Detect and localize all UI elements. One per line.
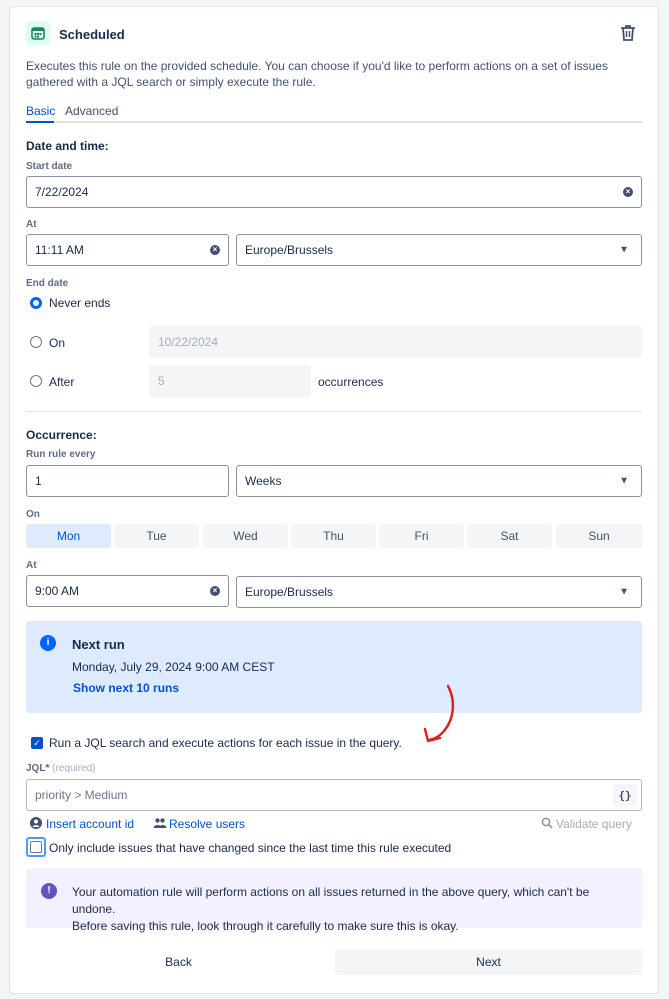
- only-changed-checkbox-wrapper[interactable]: [26, 837, 46, 857]
- day-sun[interactable]: Sun: [556, 524, 642, 548]
- at-label: At: [26, 219, 37, 230]
- run-every-value: 1: [35, 474, 42, 488]
- tab-advanced[interactable]: Advanced: [65, 104, 118, 118]
- warning-line-1: Your automation rule will perform action…: [72, 885, 590, 916]
- only-changed-label: Only include issues that have changed si…: [49, 841, 452, 855]
- never-ends-radio[interactable]: [30, 297, 42, 309]
- warning-text: Your automation rule will perform action…: [72, 884, 632, 935]
- occurrences-label: occurrences: [318, 375, 384, 389]
- run-timezone-select[interactable]: Europe/Brussels ▼: [236, 576, 642, 608]
- description-text: Executes this rule on the provided sched…: [26, 59, 608, 89]
- day-fri[interactable]: Fri: [379, 524, 464, 548]
- jql-query-input[interactable]: priority > Medium: [26, 779, 642, 811]
- start-date-value: 7/22/2024: [35, 185, 89, 199]
- timezone-select[interactable]: Europe/Brussels ▼: [236, 234, 642, 266]
- show-next-runs-link[interactable]: Show next 10 runs: [73, 681, 179, 695]
- start-date-input[interactable]: 7/22/2024 ×: [26, 176, 642, 208]
- never-ends-label: Never ends: [49, 296, 111, 310]
- after-label: After: [49, 375, 75, 389]
- tab-bar: Basic Advanced: [26, 104, 642, 123]
- day-tue[interactable]: Tue: [114, 524, 199, 548]
- chevron-down-icon: ▼: [619, 586, 629, 598]
- back-button[interactable]: Back: [26, 949, 331, 975]
- jql-syntax-button[interactable]: {}: [613, 784, 637, 806]
- day-sat[interactable]: Sat: [467, 524, 552, 548]
- end-date-value: 10/22/2024: [158, 335, 219, 349]
- on-days-label: On: [26, 509, 40, 520]
- end-date-label: End date: [26, 278, 69, 289]
- run-timezone-value: Europe/Brussels: [245, 585, 334, 599]
- run-time-value: 9:00 AM: [35, 584, 80, 598]
- occurrence-heading: Occurrence:: [26, 428, 97, 442]
- occurrences-count-input: 5: [149, 365, 311, 397]
- start-time-input[interactable]: 11:11 AM ×: [26, 234, 229, 266]
- occurrences-count-value: 5: [158, 374, 165, 388]
- clear-icon[interactable]: ×: [210, 245, 220, 255]
- warning-line-2: Before saving this rule, look through it…: [72, 919, 459, 933]
- chevron-down-icon: ▼: [619, 244, 629, 256]
- annotation-arrow-icon: [423, 684, 455, 743]
- jql-search-label: Run a JQL search and execute actions for…: [49, 736, 402, 750]
- insert-account-id-link[interactable]: Insert account id: [46, 817, 134, 831]
- required-asterisk: *: [45, 763, 50, 774]
- chevron-down-icon: ▼: [619, 475, 629, 487]
- trigger-config-panel: Scheduled Executes this rule on the prov…: [9, 6, 659, 994]
- only-changed-checkbox[interactable]: [30, 841, 42, 853]
- next-run-title: Next run: [72, 637, 125, 652]
- validate-query-link[interactable]: Validate query: [556, 817, 632, 831]
- next-run-datetime: Monday, July 29, 2024 9:00 AM CEST: [72, 660, 275, 674]
- people-icon: [153, 817, 167, 829]
- clear-icon[interactable]: ×: [623, 187, 633, 197]
- end-date-input: 10/22/2024: [149, 326, 642, 358]
- on-date-radio[interactable]: [30, 336, 42, 348]
- on-date-label: On: [49, 336, 66, 350]
- day-wed[interactable]: Wed: [203, 524, 288, 548]
- run-every-label: Run rule every: [26, 449, 96, 460]
- page-title: Scheduled: [59, 27, 125, 42]
- warning-icon: !: [41, 883, 57, 899]
- jql-label-text: JQL: [26, 763, 46, 774]
- resolve-users-link[interactable]: Resolve users: [169, 817, 245, 831]
- clear-icon[interactable]: ×: [210, 586, 220, 596]
- person-icon: [30, 817, 42, 829]
- required-hint: (required): [52, 763, 96, 774]
- trash-icon[interactable]: [616, 21, 640, 45]
- search-icon: [541, 817, 553, 829]
- date-time-heading: Date and time:: [26, 139, 109, 153]
- run-time-input[interactable]: 9:00 AM ×: [26, 575, 229, 607]
- interval-unit-select[interactable]: Weeks ▼: [236, 465, 642, 497]
- jql-search-checkbox[interactable]: ✓: [31, 737, 43, 749]
- interval-unit-value: Weeks: [245, 474, 282, 488]
- after-radio[interactable]: [30, 375, 42, 387]
- occurrence-at-label: At: [26, 560, 37, 571]
- tab-basic[interactable]: Basic: [26, 104, 55, 118]
- jql-label: JQL* (required): [26, 763, 96, 774]
- jql-query-value: priority > Medium: [35, 788, 128, 802]
- calendar-icon: [26, 21, 50, 45]
- active-tab-indicator: [26, 121, 54, 123]
- section-divider: [26, 411, 642, 412]
- start-time-value: 11:11 AM: [35, 243, 84, 257]
- day-mon[interactable]: Mon: [26, 524, 111, 548]
- info-icon: i: [40, 635, 56, 651]
- start-date-label: Start date: [26, 161, 73, 172]
- next-button[interactable]: Next: [335, 949, 642, 975]
- run-every-input[interactable]: 1: [26, 465, 229, 497]
- day-thu[interactable]: Thu: [291, 524, 376, 548]
- timezone-value: Europe/Brussels: [245, 243, 334, 257]
